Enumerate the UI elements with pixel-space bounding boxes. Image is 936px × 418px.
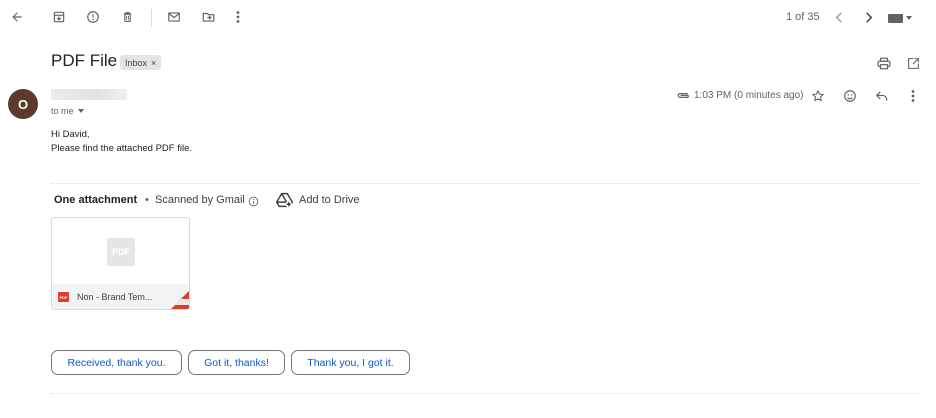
attachment-preview[interactable]: PDF <box>52 218 189 284</box>
emoji-icon[interactable] <box>842 88 858 104</box>
pagination-text: 1 of 35 <box>786 11 820 23</box>
toolbar-separator <box>151 9 152 27</box>
add-to-drive-icon[interactable] <box>275 191 293 209</box>
mark-unread-icon[interactable] <box>165 8 183 26</box>
add-to-drive-button[interactable]: Add to Drive <box>299 194 360 206</box>
bottom-divider <box>51 393 919 394</box>
to-me-text: to me <box>51 106 74 116</box>
report-spam-icon[interactable] <box>84 8 102 26</box>
file-corner-fold-icon <box>171 291 189 309</box>
body-line: Please find the attached PDF file. <box>51 143 192 154</box>
more-vert-icon[interactable] <box>229 8 247 26</box>
chevron-down-icon <box>77 109 84 113</box>
info-icon[interactable] <box>247 195 259 207</box>
delete-icon[interactable] <box>118 8 136 26</box>
attachment-count: One attachment <box>54 194 138 206</box>
smart-reply-received[interactable]: Received, thank you. <box>51 350 182 375</box>
bullet-separator: • <box>145 194 149 206</box>
recipient-details-toggle[interactable]: to me <box>51 106 84 116</box>
attachment-clip-icon <box>675 88 691 102</box>
attachment-divider <box>51 183 919 184</box>
sender-name-redacted <box>51 89 127 100</box>
open-in-new-window-icon[interactable] <box>905 55 921 71</box>
attachment-card[interactable]: PDF PDF Non - Brand Tem... <box>51 217 190 310</box>
star-icon[interactable] <box>810 88 826 104</box>
archive-icon[interactable] <box>50 8 68 26</box>
chevron-right-icon[interactable] <box>860 8 878 26</box>
email-timestamp: 1:03 PM (0 minutes ago) <box>694 90 804 101</box>
body-line: Hi David, <box>51 129 90 140</box>
remove-label-icon[interactable]: × <box>151 58 156 68</box>
email-toolbar: 1 of 35 <box>0 0 936 36</box>
attachment-footer[interactable]: PDF Non - Brand Tem... <box>52 284 189 309</box>
email-body: Hi David, Please find the attached PDF f… <box>51 128 192 156</box>
label-text: Inbox <box>125 57 148 68</box>
more-vert-icon[interactable] <box>905 88 921 104</box>
pdf-preview-icon: PDF <box>107 238 135 266</box>
pdf-file-icon: PDF <box>58 292 69 302</box>
smart-reply-got-it[interactable]: Got it, thanks! <box>188 350 285 375</box>
reply-icon[interactable] <box>874 88 890 104</box>
attachment-filename: Non - Brand Tem... <box>77 292 153 302</box>
email-subject: PDF File <box>51 51 118 70</box>
chevron-left-icon[interactable] <box>830 8 848 26</box>
back-arrow-icon[interactable] <box>8 8 26 26</box>
inbox-label-chip[interactable]: Inbox × <box>120 55 162 70</box>
smart-reply-thank-you[interactable]: Thank you, I got it. <box>291 350 410 375</box>
print-icon[interactable] <box>876 55 892 71</box>
sender-avatar[interactable]: O <box>8 89 38 119</box>
move-to-icon[interactable] <box>199 8 217 26</box>
input-tools-icon[interactable] <box>888 12 912 24</box>
scanned-by-gmail-text: Scanned by Gmail <box>155 194 245 206</box>
